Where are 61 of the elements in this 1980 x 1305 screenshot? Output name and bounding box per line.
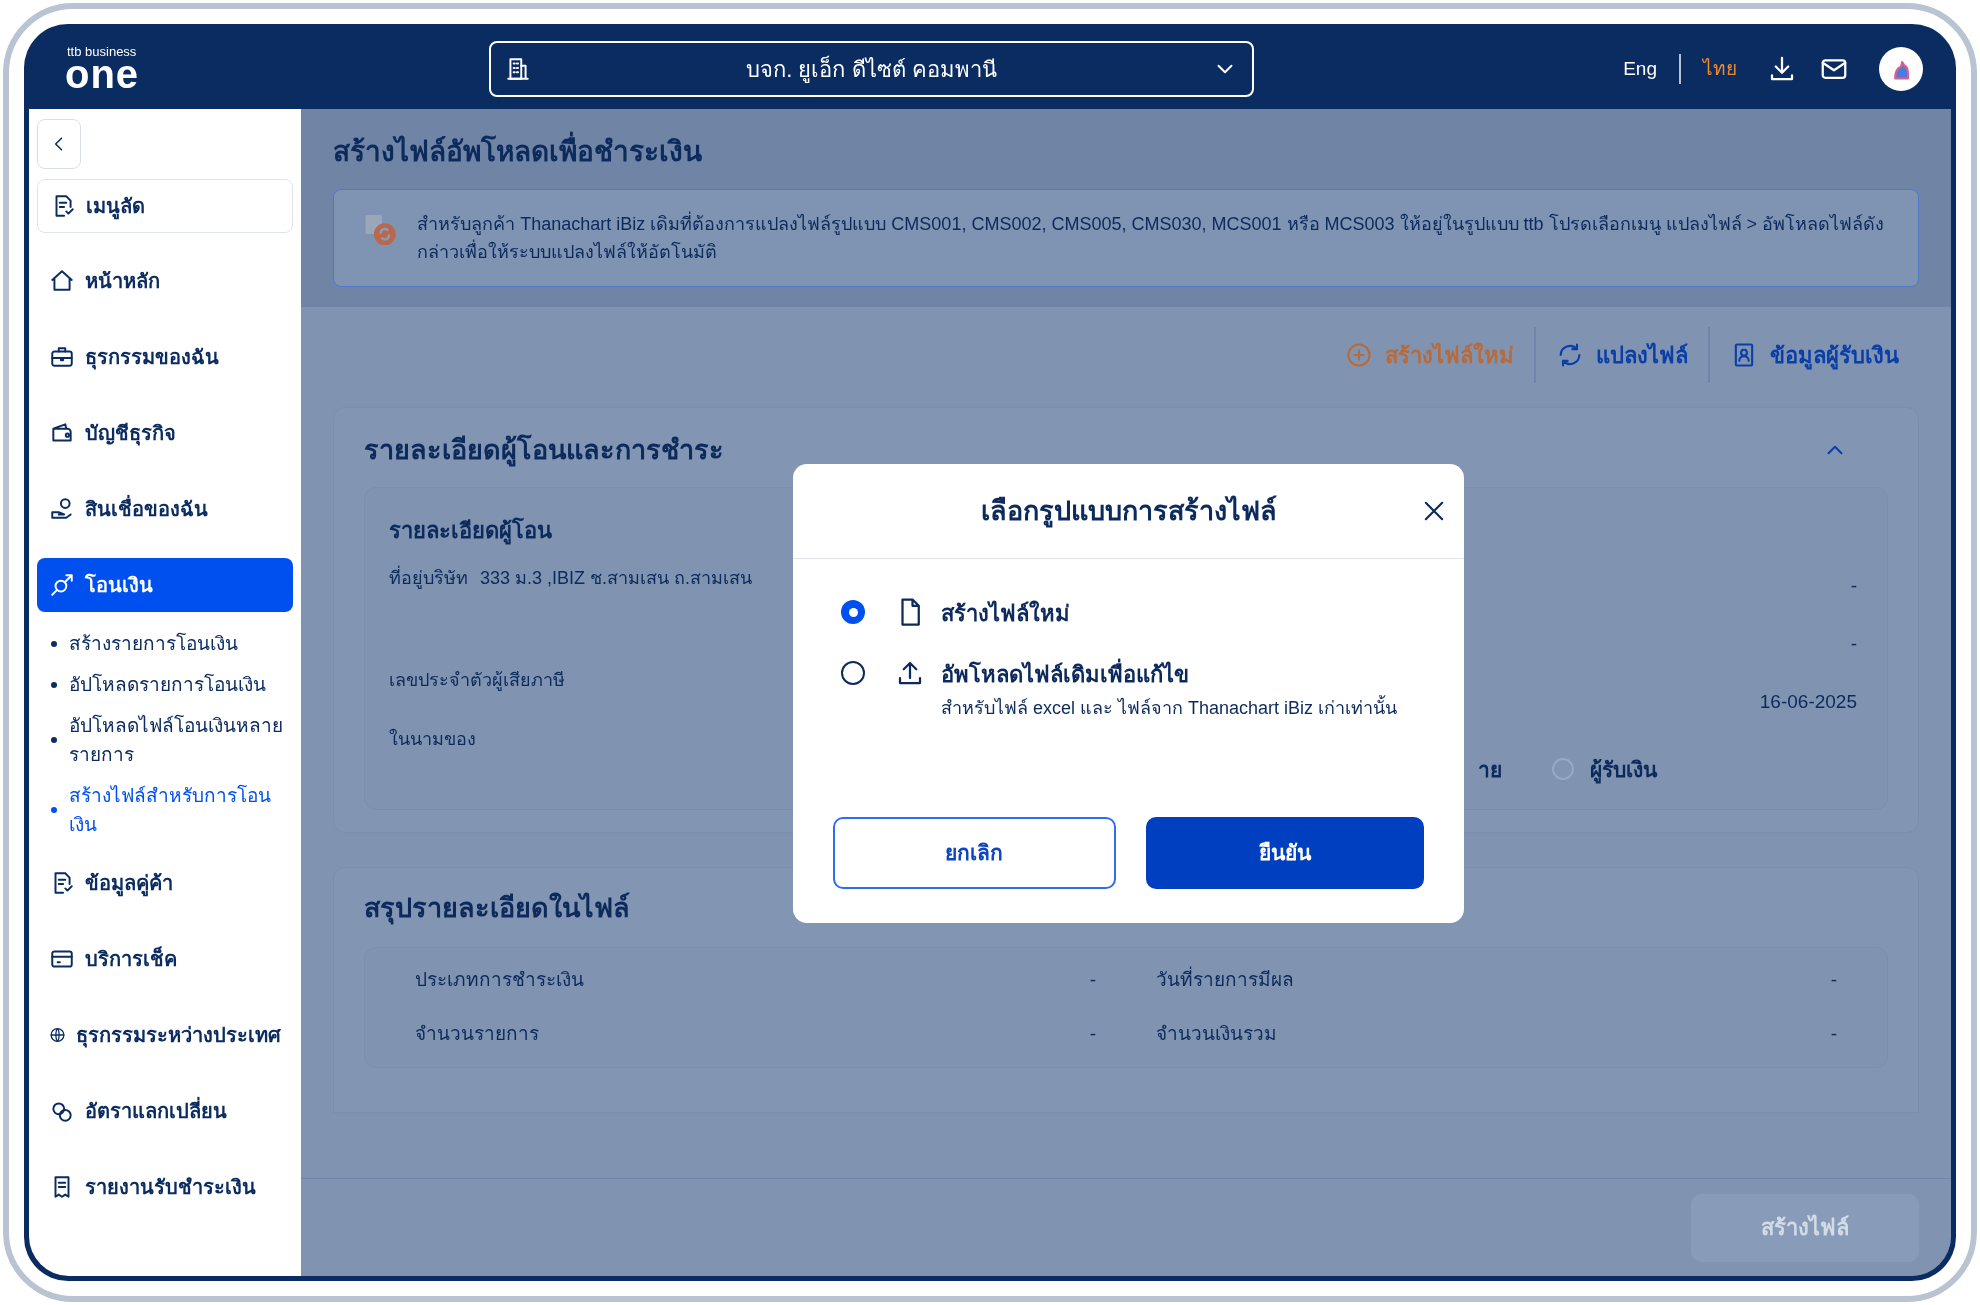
radio-button[interactable] <box>841 600 865 624</box>
bullet-icon <box>51 737 57 743</box>
sidebar-menu-item[interactable]: ธุรกรรมของฉัน <box>37 330 293 384</box>
sidebar-menu-item[interactable]: หน้าหลัก <box>37 254 293 308</box>
language-option[interactable]: Eng <box>1623 54 1657 84</box>
field-value: - <box>1850 631 1857 656</box>
section-title: สรุปรายละเอียดในไฟล์ <box>364 891 631 927</box>
radio-label: าย <box>1478 756 1502 783</box>
avatar[interactable] <box>1879 47 1923 91</box>
sidebar-submenu-link[interactable]: อัปโหลดรายการโอนเงิน <box>69 670 266 699</box>
cancel-button[interactable]: ยกเลิก <box>833 817 1116 889</box>
company-dropdown[interactable]: บจก. ยูเอ็ก ดีไซต์ คอมพานี <box>489 41 1254 97</box>
field-value: - <box>1850 573 1857 598</box>
field-value: - <box>1830 1022 1837 1046</box>
sidebar-menu-item[interactable]: บัญชีธุรกิจ <box>37 406 293 460</box>
field-label: ที่อยู่บริษัท <box>389 564 468 591</box>
menu-icon <box>49 268 75 294</box>
bullet-icon <box>51 681 57 688</box>
company-name: บจก. ยูเอ็ก ดีไซต์ คอมพานี <box>745 54 998 85</box>
plus-circle-icon <box>1345 341 1373 369</box>
sidebar-submenu-link[interactable]: อัปโหลดไฟล์โอนเงินหลายรายการ <box>69 711 287 769</box>
field-value: - <box>1830 967 1837 992</box>
page-title: สร้างไฟล์อัพโหลดเพื่อชำระเงิน <box>333 131 1919 173</box>
menu-icon <box>49 496 75 522</box>
sidebar-menu-item[interactable]: ข้อมูลคู่ค้า <box>37 856 293 910</box>
field-label: จำนวนรายการ <box>415 1022 539 1046</box>
field-label: เลขประจำตัวผู้เสียภาษี <box>389 668 565 693</box>
field-value: - <box>1089 1022 1096 1046</box>
field-label: ประเภทการชำระเงิน <box>415 967 584 992</box>
sidebar-submenu-link[interactable]: สร้างไฟล์สำหรับการโอนเงิน <box>69 781 287 839</box>
field-value: - <box>1089 967 1096 992</box>
modal-title: เลือกรูปแบบการสร้างไฟล์ <box>980 494 1277 530</box>
sidebar-menu-item[interactable]: เมนูลัด <box>37 179 293 233</box>
subsection-title: รายละเอียดผู้โอน <box>389 516 553 547</box>
sidebar-menu-item[interactable]: รายงานรับชำระเงิน <box>37 1160 293 1214</box>
radio-button[interactable] <box>841 661 865 685</box>
language-option[interactable]: ไทย <box>1703 54 1737 84</box>
field-value: 333 ม.3 ,IBIZ ช.สามเสน ถ.สามเสน <box>480 566 753 590</box>
menu-icon <box>49 344 75 370</box>
section-title: รายละเอียดผู้โอนและการชำระ <box>364 433 724 469</box>
option-label: อัพโหลดไฟล์เดิมเพื่อแก้ไข <box>941 658 1398 691</box>
bullet-icon <box>51 807 57 813</box>
sidebar-menu-item[interactable]: โอนเงิน <box>37 558 293 612</box>
sidebar-menu-item[interactable]: สินเชื่อของฉัน <box>37 482 293 536</box>
bullet-icon <box>51 640 57 647</box>
field-value: 16-06-2025 <box>1759 689 1857 714</box>
notice-text: สำหรับลูกค้า Thanachart iBiz เดิมที่ต้องการแปลงไฟล์รูปแบบ CMS001, CMS002, CMS005, CMS030, MCS001 หรือ MCS003 ให้อยู่ในรูปแบบ ttb โปรดเลือกเมนู แปลงไฟล์ > อัพโหลดไฟล์ดังกล่าวเพื่อให้ระบบแปลงไฟล์ให้อัตโนมัติ <box>417 210 1888 266</box>
building-icon <box>505 56 531 82</box>
field-label: จำนวนเงินรวม <box>1156 1022 1277 1046</box>
confirm-button[interactable]: ยืนยัน <box>1145 817 1424 889</box>
option-label: สร้างไฟล์ใหม่ <box>941 599 1070 628</box>
field-label: ในนามของ <box>389 727 476 751</box>
sidebar-menu-item[interactable]: ธุรกรรมระหว่างประเทศ <box>37 1008 293 1062</box>
sidebar-menu-item[interactable]: อัตราแลกเปลี่ยน <box>37 1084 293 1138</box>
sidebar-menu-item[interactable]: บริการเช็ค <box>37 932 293 986</box>
radio-label: ผู้รับเงิน <box>1590 753 1657 785</box>
menu-icon <box>49 572 75 598</box>
sidebar-submenu-link[interactable]: สร้างรายการโอนเงิน <box>69 629 238 658</box>
option-description: สำหรับไฟล์ excel และ ไฟล์จาก Thanachart iBiz เก่าเท่านั้น <box>941 695 1398 722</box>
radio-button[interactable] <box>1552 758 1574 781</box>
field-label: วันที่รายการมีผล <box>1156 965 1294 992</box>
